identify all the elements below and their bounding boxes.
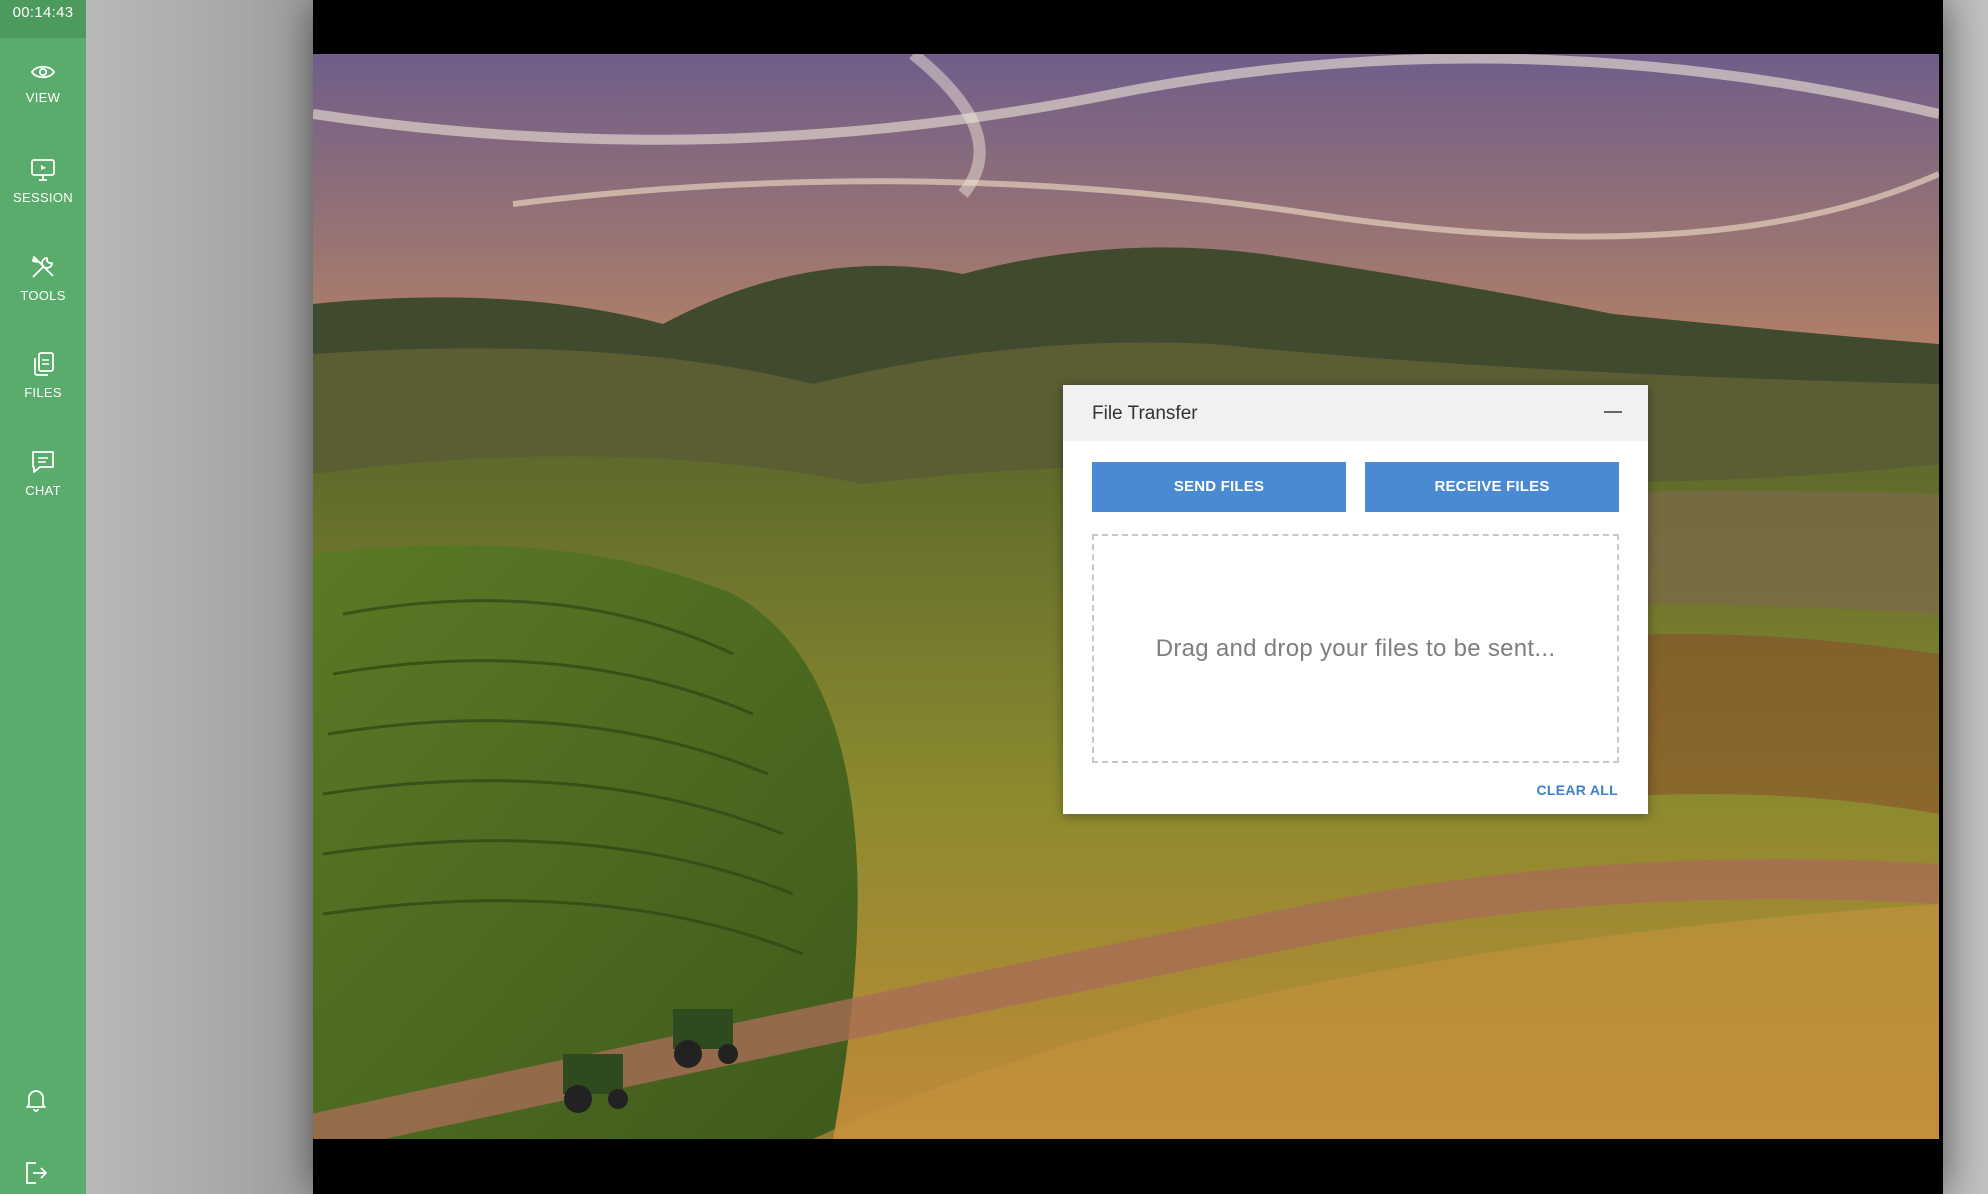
file-transfer-dialog: File Transfer SEND FILES RECEIVE FILES D… bbox=[1063, 385, 1648, 814]
sidebar: 00:14:43 VIEW SESSION TOOLS FILES CHAT bbox=[0, 0, 86, 1194]
dialog-header[interactable]: File Transfer bbox=[1063, 385, 1648, 441]
sidebar-item-files[interactable]: FILES bbox=[0, 351, 86, 437]
remote-screen[interactable]: File Transfer SEND FILES RECEIVE FILES D… bbox=[313, 0, 1943, 1194]
sidebar-item-session[interactable]: SESSION bbox=[0, 158, 86, 244]
sidebar-item-chat[interactable]: CHAT bbox=[0, 449, 86, 535]
dialog-title: File Transfer bbox=[1092, 403, 1198, 424]
send-files-button[interactable]: SEND FILES bbox=[1092, 462, 1346, 512]
logout-icon[interactable] bbox=[23, 1160, 49, 1186]
bell-icon[interactable] bbox=[23, 1087, 49, 1113]
sidebar-item-label: TOOLS bbox=[20, 288, 66, 303]
sidebar-item-label: CHAT bbox=[25, 483, 61, 498]
sidebar-item-label: FILES bbox=[24, 385, 62, 400]
file-dropzone[interactable]: Drag and drop your files to be sent... bbox=[1092, 534, 1619, 763]
receive-files-button[interactable]: RECEIVE FILES bbox=[1365, 462, 1619, 512]
minimize-icon[interactable] bbox=[1604, 411, 1622, 413]
session-timer: 00:14:43 bbox=[0, 0, 86, 38]
sidebar-item-label: SESSION bbox=[13, 190, 73, 205]
files-icon bbox=[34, 352, 54, 376]
tools-icon bbox=[32, 256, 54, 278]
dropzone-text: Drag and drop your files to be sent... bbox=[1155, 634, 1556, 662]
eye-icon bbox=[30, 65, 56, 79]
viewer-background: File Transfer SEND FILES RECEIVE FILES D… bbox=[86, 0, 1988, 1194]
clear-all-link[interactable]: CLEAR ALL bbox=[1536, 782, 1618, 798]
monitor-icon bbox=[31, 159, 55, 181]
sidebar-item-view[interactable]: VIEW bbox=[0, 62, 86, 148]
sidebar-item-label: VIEW bbox=[25, 90, 61, 105]
chat-icon bbox=[32, 451, 54, 473]
sidebar-item-tools[interactable]: TOOLS bbox=[0, 254, 86, 340]
